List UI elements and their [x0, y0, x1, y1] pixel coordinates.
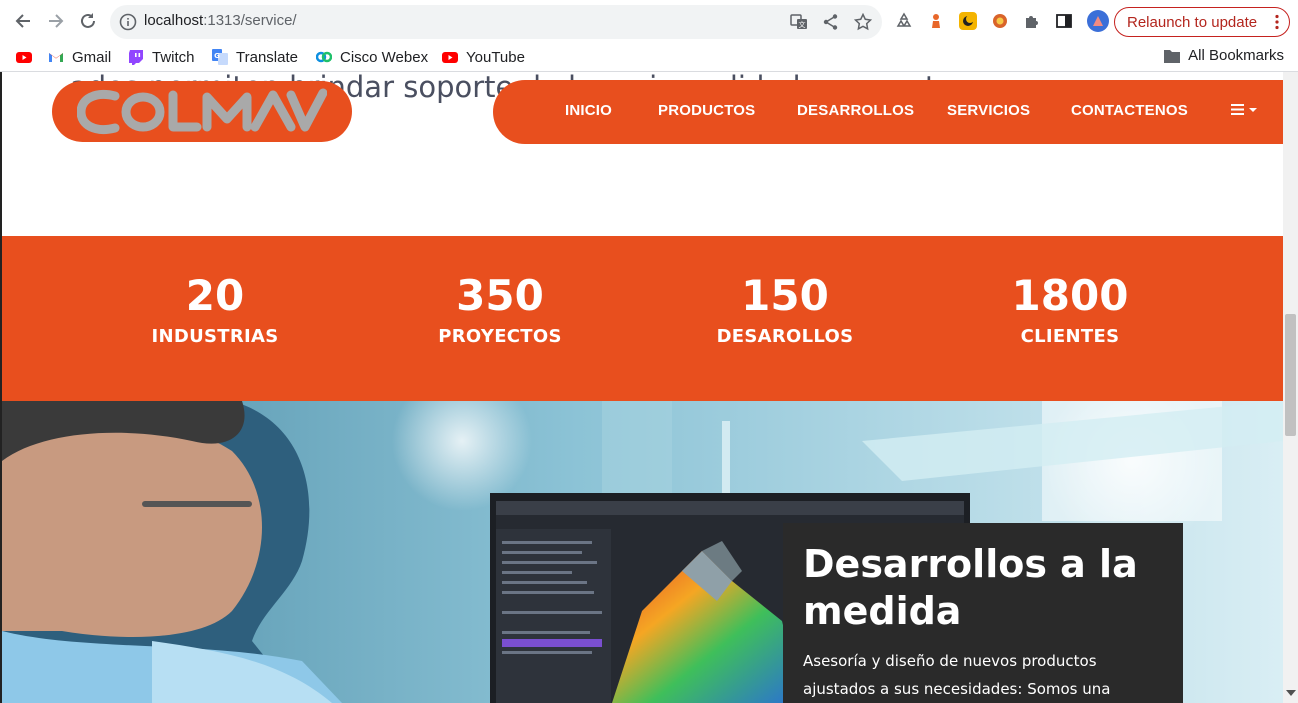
chess-extension-icon[interactable]: [927, 12, 945, 30]
back-arrow-icon: [15, 14, 30, 28]
extensions-puzzle-icon[interactable]: [1023, 12, 1041, 30]
stat-number: 150: [741, 271, 829, 320]
stat-label: INDUSTRIAS: [151, 326, 279, 347]
vertical-scrollbar[interactable]: [1283, 72, 1298, 703]
browser-toolbar: localhost:1313/service/ 文 Relaunch to up…: [0, 0, 1298, 42]
service-card: Desarrollos a la medida Asesoría y diseñ…: [783, 523, 1183, 703]
forward-arrow-icon: [49, 14, 64, 28]
translate-page-icon[interactable]: 文: [790, 13, 808, 31]
hamburger-caret-icon: [1231, 104, 1257, 115]
nav-productos[interactable]: PRODUCTOS: [658, 102, 755, 119]
youtube-icon: [16, 52, 32, 63]
relaunch-button[interactable]: Relaunch to update: [1114, 7, 1290, 37]
stats-band: 20 INDUSTRIAS 350 PROYECTOS 150 DESAROLL…: [2, 236, 1283, 401]
profile-avatar-icon[interactable]: [1087, 10, 1109, 32]
moon-extension-icon[interactable]: [959, 12, 977, 30]
nav-contactenos[interactable]: CONTACTENOS: [1071, 102, 1188, 119]
address-bar[interactable]: localhost:1313/service/ 文: [110, 5, 882, 39]
reload-icon: [81, 13, 95, 28]
scroll-down-arrow-icon[interactable]: [1286, 690, 1296, 696]
twitch-icon: [129, 50, 143, 65]
page-viewport: ades permiten brindar soporte de la mejo…: [0, 72, 1298, 703]
back-button[interactable]: [10, 8, 36, 34]
recycle-extension-icon[interactable]: [895, 12, 913, 30]
stat-label: DESAROLLOS: [716, 326, 854, 347]
folder-icon: [1164, 49, 1181, 63]
bookmark-youtube-app[interactable]: [16, 47, 40, 67]
reload-button[interactable]: [75, 8, 101, 34]
bookmark-youtube[interactable]: YouTube: [442, 47, 525, 67]
stat-label: CLIENTES: [1020, 326, 1120, 347]
orb-extension-icon[interactable]: [991, 12, 1009, 30]
share-icon[interactable]: [822, 13, 840, 31]
bookmark-cisco-webex[interactable]: Cisco Webex: [316, 47, 428, 67]
bookmark-translate[interactable]: G Translate: [212, 47, 298, 67]
gmail-icon: [49, 53, 63, 62]
stat-industrias: 20 INDUSTRIAS: [95, 271, 335, 348]
scrollbar-thumb[interactable]: [1285, 314, 1296, 436]
stat-clientes: 1800 CLIENTES: [950, 271, 1190, 348]
bookmark-gmail[interactable]: Gmail: [48, 47, 111, 67]
nav-menu-toggle[interactable]: [1231, 102, 1259, 122]
forward-button[interactable]: [43, 8, 69, 34]
stat-number: 1800: [1011, 271, 1129, 320]
bookmark-label: Cisco Webex: [340, 48, 429, 66]
nav-desarrollos[interactable]: DESARROLLOS: [797, 102, 914, 119]
youtube-icon: [442, 52, 458, 63]
nav-servicios[interactable]: SERVICIOS: [947, 102, 1030, 119]
stat-desarollos: 150 DESAROLLOS: [665, 271, 905, 348]
bookmarks-bar: Gmail Twitch G Translate Cisco Webex You…: [0, 42, 1298, 72]
bookmark-label: YouTube: [466, 48, 525, 66]
card-title: Desarrollos a la medida: [803, 542, 1138, 633]
bookmark-label: Translate: [236, 48, 298, 66]
url-host: localhost: [144, 12, 204, 29]
bookmark-label: Gmail: [72, 48, 112, 66]
google-translate-icon: G: [212, 49, 228, 65]
stat-number: 20: [185, 271, 245, 320]
all-bookmarks-label: All Bookmarks: [1188, 47, 1284, 64]
site-logo[interactable]: [52, 81, 352, 142]
page-left-border: [0, 72, 2, 703]
side-panel-icon[interactable]: [1055, 12, 1073, 30]
url-text[interactable]: localhost:1313/service/: [144, 12, 297, 29]
webex-icon: [316, 51, 332, 63]
bookmark-label: Twitch: [152, 48, 195, 66]
more-menu-icon[interactable]: [1275, 14, 1279, 30]
bookmark-twitch[interactable]: Twitch: [128, 47, 195, 67]
colmav-logo-icon: [77, 88, 327, 134]
stat-proyectos: 350 PROYECTOS: [380, 271, 620, 348]
url-path: :1313/service/: [203, 12, 297, 29]
relaunch-label: Relaunch to update: [1127, 13, 1258, 31]
svg-text:G: G: [214, 52, 220, 60]
bookmark-star-icon[interactable]: [854, 13, 872, 31]
main-navbar: INICIO PRODUCTOS DESARROLLOS SERVICIOS C…: [493, 80, 1285, 144]
stat-label: PROYECTOS: [438, 326, 562, 347]
all-bookmarks-button[interactable]: All Bookmarks: [1164, 47, 1284, 64]
card-text: Asesoría y diseño de nuevos productos aj…: [803, 652, 1111, 698]
nav-inicio[interactable]: INICIO: [565, 102, 612, 119]
site-info-icon[interactable]: [118, 12, 138, 32]
stat-number: 350: [456, 271, 544, 320]
svg-text:文: 文: [799, 20, 806, 29]
